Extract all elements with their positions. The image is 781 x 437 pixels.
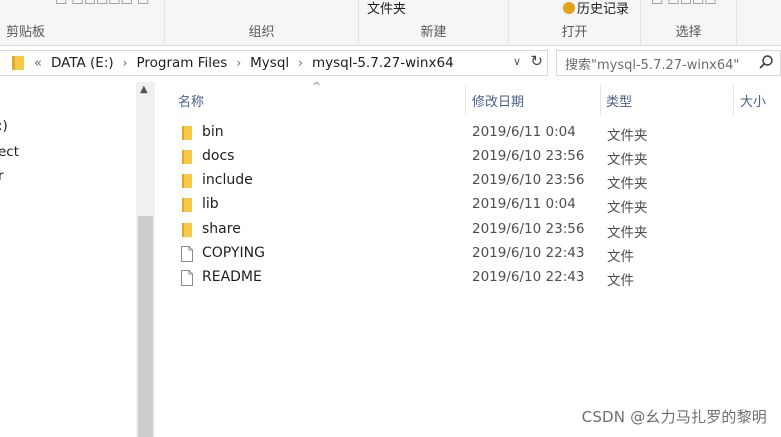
refresh-icon[interactable]: ↻ (530, 52, 543, 70)
ribbon-group-new: 文件夹 新建 (359, 0, 509, 46)
navigation-pane: :) ect r (0, 80, 155, 437)
chevron-down-icon[interactable]: ∨ (513, 55, 521, 68)
ribbon: ▭ ▭▭▭▭▭ ▭ 剪贴板 组织 文件夹 新建 历史记录 打开 ▭ ▭▭▭▭ 选… (0, 0, 781, 46)
ribbon-group-select: ▭ ▭▭▭▭ 选择 (641, 0, 737, 46)
table-row[interactable]: README 2019/6/10 22:43 文件 (174, 266, 781, 290)
file-type: 文件夹 (607, 128, 648, 144)
sort-ascending-icon: ^ (312, 80, 322, 93)
file-date: 2019/6/10 23:56 (472, 172, 585, 188)
select-cut-label: ▭ ▭▭▭▭ (651, 0, 717, 9)
table-row[interactable]: COPYING 2019/6/10 22:43 文件 (174, 242, 781, 266)
table-row[interactable]: bin 2019/6/11 0:04 文件夹 (174, 121, 781, 145)
search-placeholder: 搜索"mysql-5.7.27-winx64" (565, 57, 740, 73)
file-date: 2019/6/10 22:43 (472, 269, 585, 285)
table-row[interactable]: lib 2019/6/11 0:04 文件夹 (174, 193, 781, 217)
file-type: 文件夹 (607, 152, 648, 168)
breadcrumb-item-current[interactable]: mysql-5.7.27-winx64 (312, 55, 454, 71)
folder-icon (12, 56, 24, 70)
column-divider[interactable] (733, 85, 734, 115)
clipboard-cut-label: ▭ ▭▭▭▭▭ ▭ (55, 0, 150, 9)
file-name: bin (202, 124, 224, 140)
column-header-row: ^ 名称 修改日期 类型 大小 (160, 80, 781, 118)
column-header-size[interactable]: 大小 (740, 91, 766, 110)
history-button[interactable]: 历史记录 (563, 0, 629, 17)
folder-icon (180, 125, 194, 141)
nav-item[interactable]: :) (0, 118, 8, 134)
new-group-label: 新建 (420, 25, 447, 40)
file-list: ^ 名称 修改日期 类型 大小 bin 2019/6/11 0:04 文件夹 d… (160, 80, 781, 437)
column-header-name[interactable]: 名称 (178, 91, 204, 110)
file-name: include (202, 172, 253, 188)
file-type: 文件 (607, 273, 634, 289)
file-name: README (202, 269, 262, 285)
file-name: share (202, 221, 241, 237)
address-bar[interactable]: « DATA (E:) › Program Files › Mysql › my… (0, 50, 548, 76)
breadcrumb-item-program-files[interactable]: Program Files (136, 55, 227, 71)
file-date: 2019/6/10 22:43 (472, 245, 585, 261)
search-input[interactable]: 搜索"mysql-5.7.27-winx64" (556, 50, 781, 76)
nav-scrollbar[interactable]: ▲ (136, 82, 155, 437)
file-date: 2019/6/11 0:04 (472, 124, 576, 140)
file-date: 2019/6/11 0:04 (472, 196, 576, 212)
open-group-label: 打开 (561, 25, 588, 40)
nav-item[interactable]: ect (0, 144, 19, 160)
chevron-right-icon[interactable]: › (236, 56, 241, 70)
file-date: 2019/6/10 23:56 (472, 148, 585, 164)
organize-group-label: 组织 (248, 25, 275, 40)
file-name: lib (202, 196, 219, 212)
folder-icon (180, 173, 194, 189)
file-type: 文件夹 (607, 225, 648, 241)
clipboard-group-label: 剪贴板 (6, 25, 46, 40)
file-date: 2019/6/10 23:56 (472, 221, 585, 237)
folder-icon (180, 222, 194, 238)
chevron-right-icon[interactable]: › (123, 56, 128, 70)
file-icon (180, 270, 194, 286)
select-group-label: 选择 (675, 25, 702, 40)
folder-icon (180, 197, 194, 213)
address-toolbar: « DATA (E:) › Program Files › Mysql › my… (0, 48, 781, 78)
column-header-date[interactable]: 修改日期 (472, 91, 524, 110)
folder-icon (180, 149, 194, 165)
table-row[interactable]: include 2019/6/10 23:56 文件夹 (174, 169, 781, 193)
table-row[interactable]: share 2019/6/10 23:56 文件夹 (174, 218, 781, 242)
breadcrumb: « DATA (E:) › Program Files › Mysql › my… (34, 55, 454, 71)
watermark: CSDN @幺力马扎罗的黎明 (581, 408, 767, 426)
history-label: 历史记录 (577, 2, 630, 17)
scrollbar-thumb[interactable] (138, 216, 153, 437)
scroll-up-icon[interactable]: ▲ (140, 84, 148, 95)
column-divider[interactable] (465, 85, 466, 115)
nav-item[interactable]: r (0, 168, 4, 184)
breadcrumb-item-mysql[interactable]: Mysql (250, 55, 289, 71)
column-divider[interactable] (600, 85, 601, 115)
file-type: 文件夹 (607, 176, 648, 192)
breadcrumb-overflow[interactable]: « (34, 56, 42, 71)
ribbon-group-clipboard: ▭ ▭▭▭▭▭ ▭ 剪贴板 (0, 0, 165, 46)
history-icon (563, 1, 575, 14)
table-row[interactable]: docs 2019/6/10 23:56 文件夹 (174, 145, 781, 169)
new-folder-button[interactable]: 文件夹 (367, 0, 406, 17)
search-icon[interactable] (758, 54, 774, 74)
ribbon-group-open: 历史记录 打开 (509, 0, 641, 46)
file-name: COPYING (202, 245, 265, 261)
ribbon-group-organize: 组织 (165, 0, 359, 46)
file-icon (180, 246, 194, 262)
breadcrumb-item-drive[interactable]: DATA (E:) (51, 55, 114, 71)
chevron-right-icon[interactable]: › (298, 56, 303, 70)
column-header-type[interactable]: 类型 (606, 91, 632, 110)
file-type: 文件 (607, 249, 634, 265)
file-name: docs (202, 148, 235, 164)
file-type: 文件夹 (607, 200, 648, 216)
